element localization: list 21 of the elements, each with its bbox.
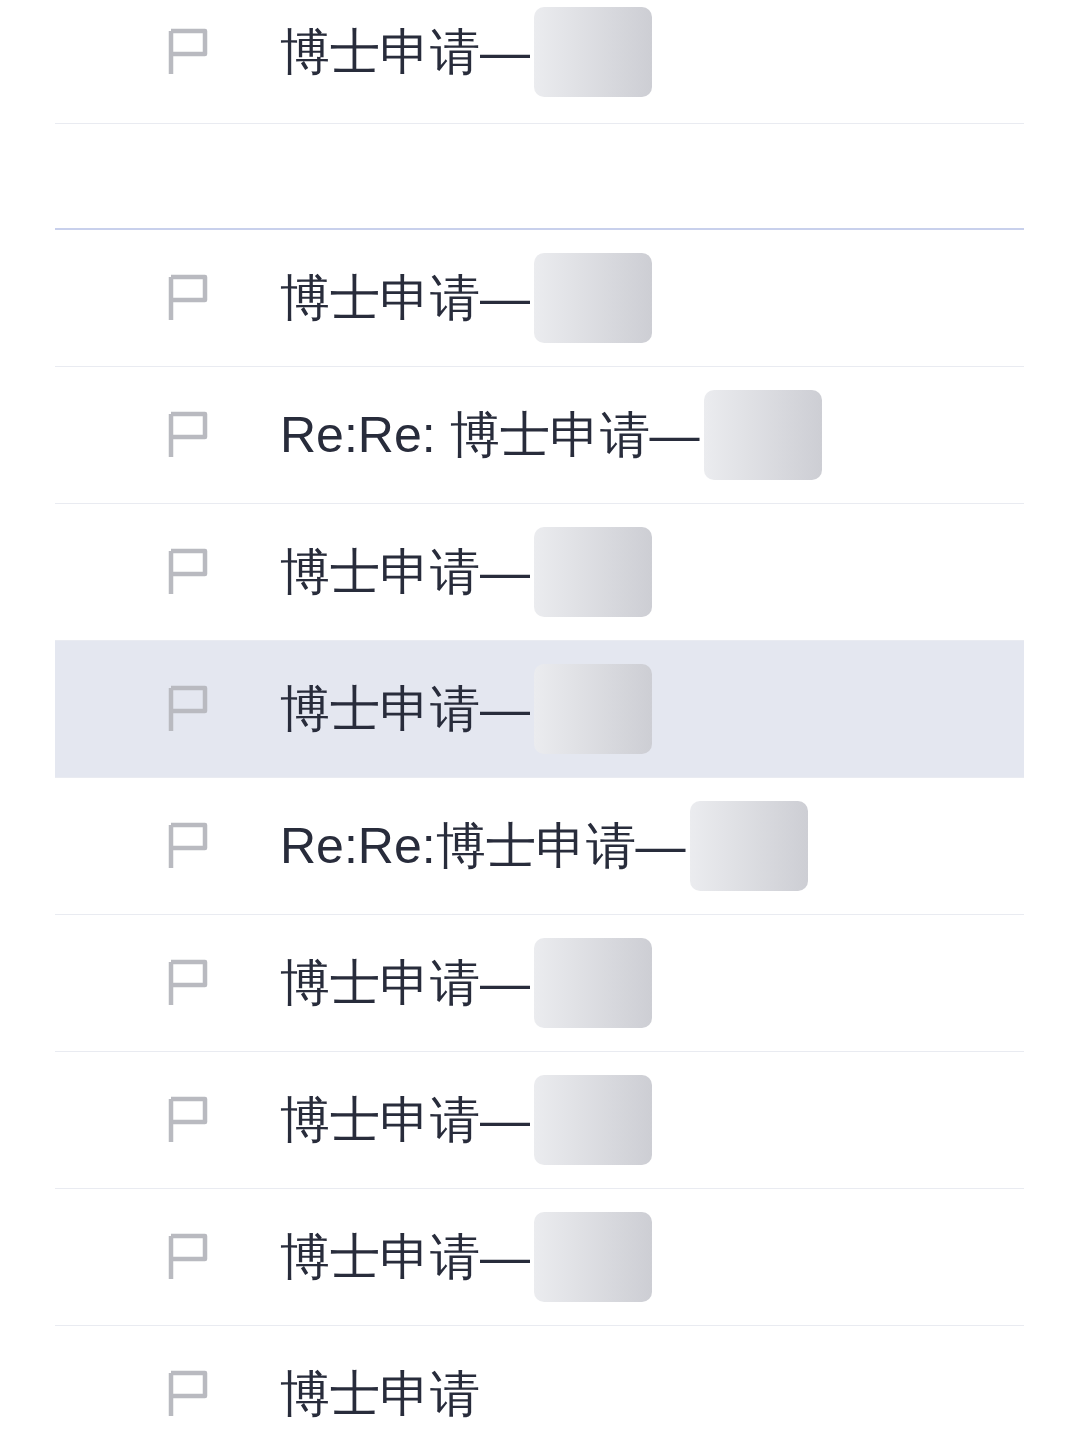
- flag-icon[interactable]: [168, 1370, 208, 1418]
- flag-icon[interactable]: [168, 959, 208, 1007]
- email-subject: 博士申请—: [280, 1228, 530, 1287]
- email-subject: 博士申请—: [280, 543, 530, 602]
- flag-icon[interactable]: [168, 685, 208, 733]
- flag-icon[interactable]: [168, 28, 208, 76]
- email-row[interactable]: 博士申请—: [55, 641, 1024, 778]
- email-subject: 博士申请—: [280, 1091, 530, 1150]
- flag-icon[interactable]: [168, 1096, 208, 1144]
- email-subject: 博士申请—: [280, 23, 530, 82]
- flag-icon[interactable]: [168, 548, 208, 596]
- email-subject: 博士申请—: [280, 680, 530, 739]
- email-subject: Re:Re: 博士申请—: [280, 406, 700, 465]
- email-subject: 博士申请: [280, 1365, 480, 1424]
- email-subject: Re:Re:博士申请—: [280, 817, 686, 876]
- flag-icon[interactable]: [168, 411, 208, 459]
- flag-icon[interactable]: [168, 822, 208, 870]
- flag-icon[interactable]: [168, 274, 208, 322]
- email-subject: 博士申请—: [280, 954, 530, 1013]
- email-subject: 博士申请—: [280, 269, 530, 328]
- flag-icon[interactable]: [168, 1233, 208, 1281]
